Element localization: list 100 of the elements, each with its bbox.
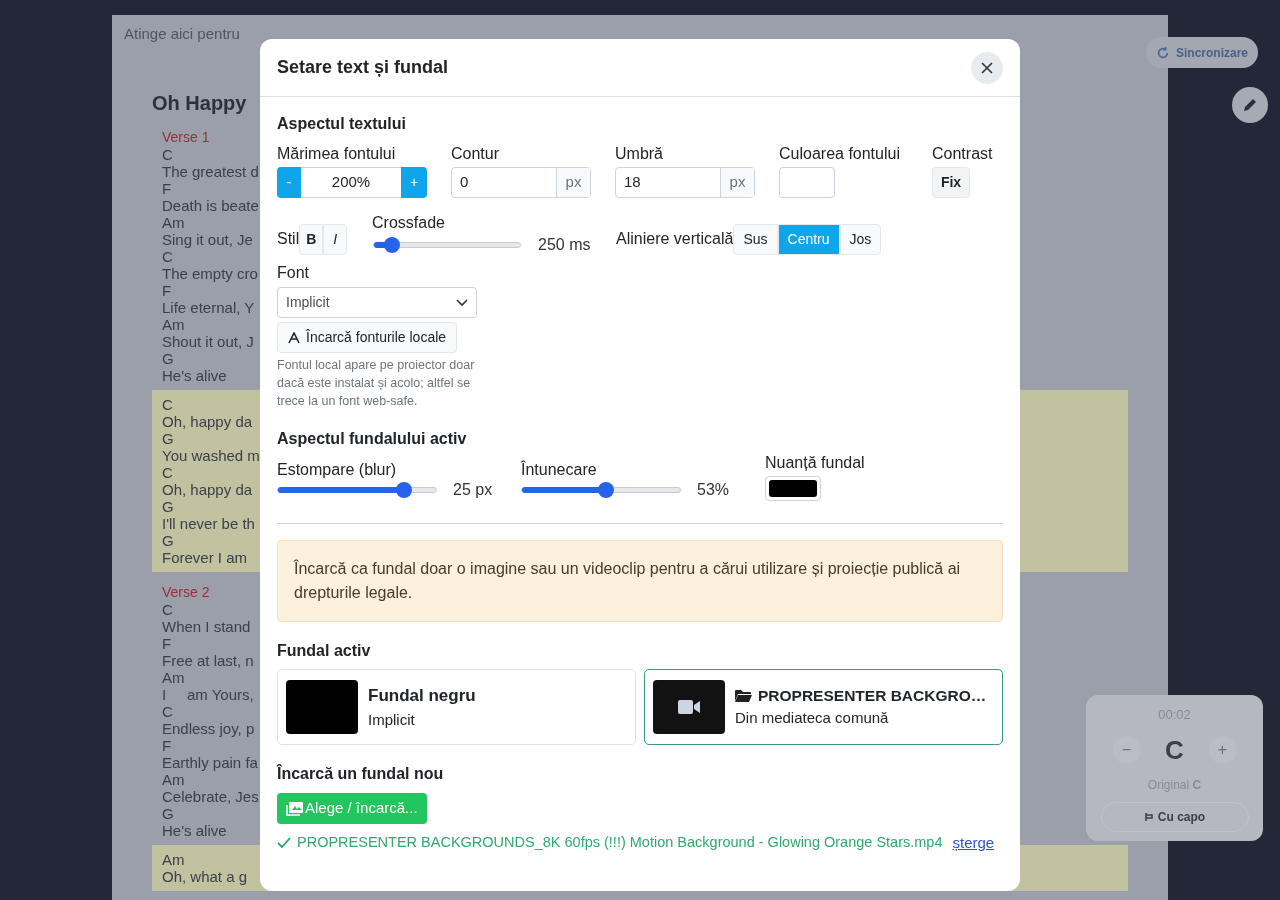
close-button[interactable] bbox=[971, 51, 1003, 84]
song-line: C bbox=[162, 248, 173, 265]
song-line: He's alive bbox=[162, 822, 227, 839]
sync-icon bbox=[1156, 45, 1170, 60]
song-line: F bbox=[162, 282, 172, 299]
song-line: C bbox=[162, 464, 173, 481]
field-label: Stil bbox=[277, 229, 300, 249]
song-line: Oh, what a g bbox=[162, 868, 248, 885]
field-label: Crossfade bbox=[372, 213, 446, 231]
song-line: Forever I am bbox=[162, 549, 248, 566]
chevron-down-icon bbox=[456, 298, 468, 307]
section-label: Verse 1 bbox=[162, 129, 210, 146]
images-icon bbox=[286, 801, 303, 816]
bold-button[interactable]: B bbox=[299, 223, 324, 255]
field-label: Mărimea fontului bbox=[277, 144, 397, 162]
color-swatch[interactable] bbox=[779, 167, 835, 198]
background-thumbnail bbox=[286, 680, 358, 734]
song-line: When I stand bbox=[162, 618, 251, 635]
card-subtitle: Implicit bbox=[368, 709, 416, 730]
fix-button[interactable]: Fix bbox=[932, 167, 970, 198]
song-line: Free at last, n bbox=[162, 652, 254, 669]
section-heading: Aspectul fundalului activ bbox=[277, 429, 468, 449]
file-name: PROPRESENTER BACKGROUNDS_8K 60fps (!!!) Motion Background - Glowing Orange Stars.mp4 bbox=[297, 833, 943, 853]
song-line: Am bbox=[162, 214, 185, 231]
song-line: F bbox=[162, 737, 172, 754]
card-subtitle: Din mediateca comună bbox=[735, 708, 890, 729]
video-camera-icon bbox=[678, 699, 700, 715]
field-label: Font bbox=[277, 263, 310, 281]
song-line: I'll never be th bbox=[162, 515, 255, 532]
song-line: Oh, happy da bbox=[162, 413, 253, 430]
pencil-icon bbox=[1242, 97, 1258, 113]
song-line: The empty cro bbox=[162, 265, 258, 282]
alignment-tab[interactable]: Jos bbox=[839, 223, 882, 255]
edit-button[interactable] bbox=[1232, 87, 1268, 123]
section-heading: Încarcă un fundal nou bbox=[277, 763, 445, 784]
background-card[interactable]: PROPRESENTER BACKGRO… Din mediateca comună bbox=[644, 669, 1003, 745]
slider-thumb[interactable] bbox=[383, 237, 400, 253]
slider-thumb[interactable] bbox=[396, 482, 413, 498]
card-title: PROPRESENTER BACKGRO… bbox=[758, 686, 987, 707]
song-line: Am bbox=[162, 669, 185, 686]
slider-value: 53% bbox=[697, 480, 730, 500]
key-text: C bbox=[1164, 733, 1185, 767]
close-icon bbox=[981, 61, 993, 74]
song-line: Endless joy, p bbox=[162, 720, 255, 737]
color-swatch[interactable] bbox=[765, 476, 821, 501]
song-line: You washed m bbox=[162, 447, 260, 464]
song-line: Life eternal, Y bbox=[162, 299, 255, 316]
field-label: Contrast bbox=[932, 144, 994, 162]
font-icon bbox=[288, 331, 300, 344]
delete-link[interactable]: șterge bbox=[952, 832, 995, 855]
section-heading: Fundal activ bbox=[277, 641, 372, 661]
field-label: Aliniere verticală bbox=[616, 229, 734, 249]
song-title: Oh Happy bbox=[152, 91, 247, 115]
song-line: Sing it out, Je bbox=[162, 231, 253, 248]
slider-value: 250 ms bbox=[538, 235, 591, 255]
dialog-title: Setare text și fundal bbox=[277, 56, 449, 79]
song-line: C bbox=[162, 396, 173, 413]
song-line: Am bbox=[162, 771, 185, 788]
section-label: Verse 2 bbox=[162, 584, 210, 601]
alignment-tab[interactable]: Sus bbox=[733, 223, 778, 255]
song-line: He's alive bbox=[162, 367, 227, 384]
song-line: C bbox=[162, 703, 173, 720]
field-label: Contur bbox=[451, 144, 501, 162]
folder-icon bbox=[735, 688, 752, 703]
song-line: Oh, happy da bbox=[162, 481, 253, 498]
warning-message: Încarcă ca fundal doar o imagine sau un videoclip pentru a cărui utilizare și proiecție publică ai drepturile legale. bbox=[277, 540, 1003, 622]
font-select[interactable]: Implicit bbox=[277, 287, 477, 318]
field-label: Umbră bbox=[615, 144, 664, 162]
italic-button[interactable]: I bbox=[323, 223, 348, 255]
shadow-field[interactable]: 18 px bbox=[615, 167, 755, 198]
song-line: F bbox=[162, 635, 172, 652]
song-line: The greatest d bbox=[162, 163, 259, 180]
slider-value: 25 px bbox=[453, 480, 493, 500]
background-card[interactable]: Fundal negru Implicit bbox=[277, 669, 636, 745]
song-line: Death is beate bbox=[162, 197, 259, 214]
check-icon bbox=[277, 837, 291, 850]
field-label: Culoarea fontului bbox=[779, 144, 901, 162]
song-line: G bbox=[162, 498, 174, 515]
card-title: Fundal negru bbox=[368, 685, 476, 707]
song-line: C bbox=[162, 146, 173, 163]
song-line: Celebrate, Jes bbox=[162, 788, 259, 805]
song-line: G bbox=[162, 430, 174, 447]
field-label: Întunecare bbox=[521, 459, 598, 478]
song-line: F bbox=[162, 180, 172, 197]
field-label: Estompare (blur) bbox=[277, 460, 398, 478]
field-label: Nuanță fundal bbox=[765, 453, 865, 471]
song-line: C bbox=[162, 601, 173, 618]
song-line: Am bbox=[162, 316, 185, 333]
song-line: Earthly pain fa bbox=[162, 754, 258, 771]
help-text: Fontul local apare pe proiector doar dacă este instalat și acolo; altfel se trece la un font web-safe. bbox=[277, 357, 476, 410]
song-line: G bbox=[162, 805, 174, 822]
capo-icon bbox=[1143, 811, 1154, 822]
song-line: G bbox=[162, 350, 174, 367]
section-heading: Aspectul textului bbox=[277, 114, 407, 134]
song-line: I am Yours, bbox=[162, 686, 254, 703]
outline-field[interactable]: 0 px bbox=[451, 167, 591, 198]
load-fonts-button[interactable]: Încarcă fonturile locale bbox=[277, 322, 458, 353]
song-line: Am bbox=[162, 851, 185, 868]
slider-thumb[interactable] bbox=[597, 482, 614, 498]
song-line: G bbox=[162, 532, 174, 549]
